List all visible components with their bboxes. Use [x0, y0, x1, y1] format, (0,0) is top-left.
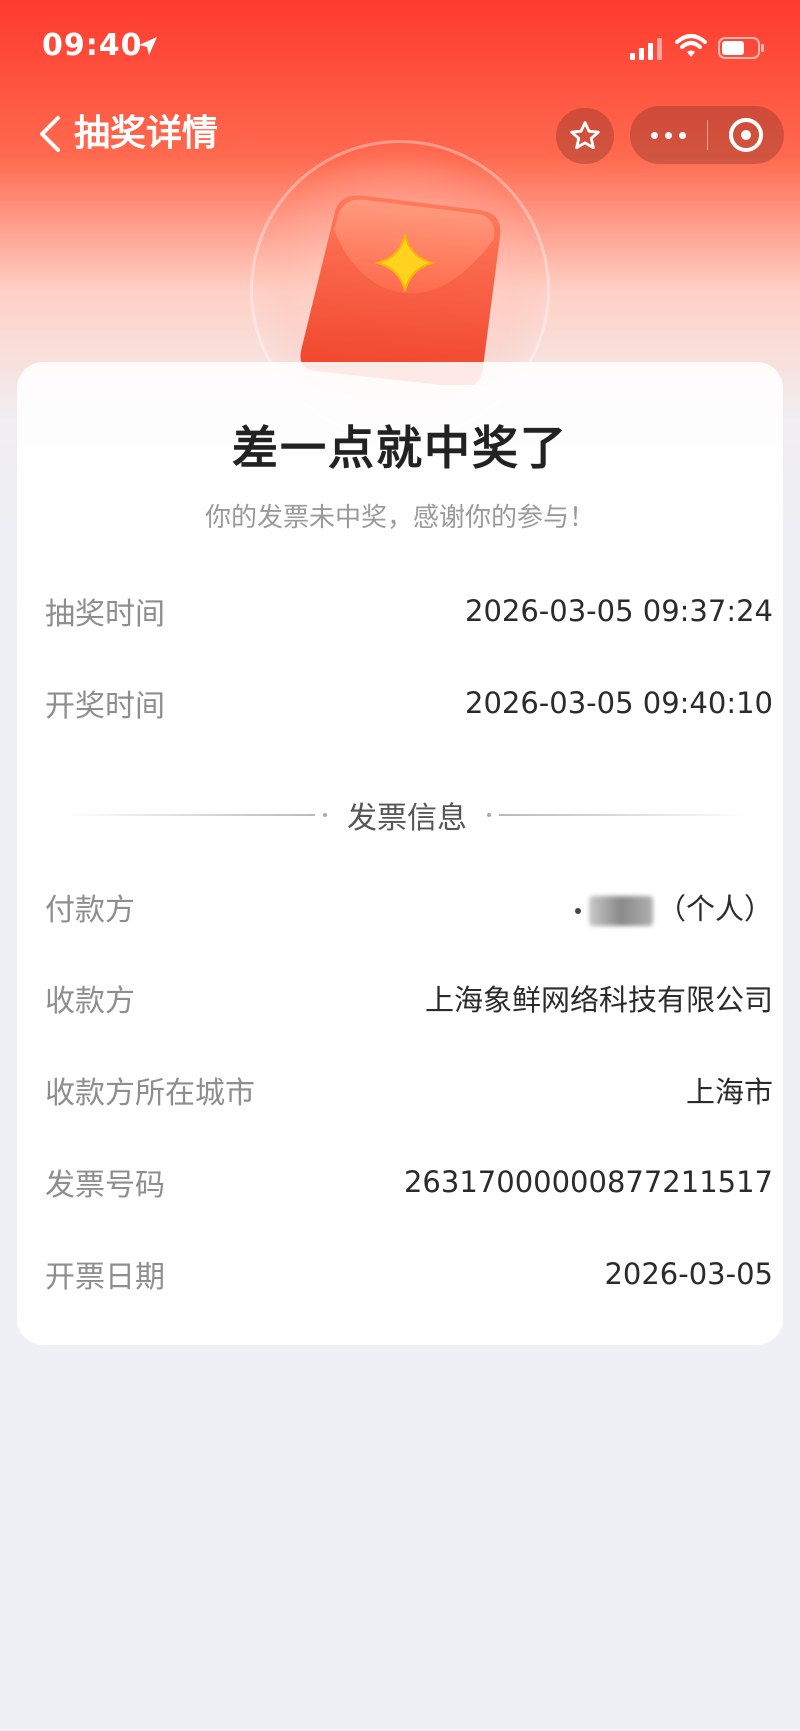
more-dots-icon	[651, 131, 686, 139]
row-label: 付款方	[45, 893, 135, 928]
draw-time-row: 抽奖时间 2026-03-05 09:37:24	[45, 586, 773, 636]
invoice-section-divider: 发票信息	[57, 790, 757, 840]
payer-value: （个人）	[574, 886, 773, 928]
payee-row: 收款方 上海象鲜网络科技有限公司	[45, 973, 773, 1023]
red-packet-illustration	[300, 195, 501, 385]
row-label: 收款方	[45, 984, 135, 1019]
close-button[interactable]	[708, 106, 784, 164]
row-label: 收款方所在城市	[45, 1076, 255, 1111]
invoice-date-row: 开票日期 2026-03-05	[45, 1249, 773, 1299]
redaction-dot	[574, 908, 581, 914]
row-label: 抽奖时间	[45, 597, 165, 632]
row-value: 26317000000877211517	[403, 1165, 773, 1199]
signal-icon	[630, 38, 662, 60]
divider-line	[65, 814, 315, 816]
payer-row: 付款方 （个人）	[45, 882, 773, 932]
target-close-icon	[729, 118, 763, 152]
favorite-button[interactable]	[556, 108, 614, 164]
row-label: 发票号码	[45, 1168, 165, 1203]
row-value: 2026-03-05 09:40:10	[465, 686, 773, 720]
battery-icon	[718, 37, 764, 59]
row-value: 2026-03-05	[604, 1257, 773, 1291]
invoice-section-title: 发票信息	[347, 801, 467, 836]
row-value: 2026-03-05 09:37:24	[465, 594, 773, 628]
divider-line	[499, 814, 749, 816]
result-card: 差一点就中奖了 你的发票未中奖，感谢你的参与！ 抽奖时间 2026-03-05 …	[17, 362, 783, 1345]
location-arrow-icon	[139, 37, 157, 55]
redacted-name	[588, 896, 653, 926]
row-value: （个人）	[656, 892, 773, 926]
result-title: 差一点就中奖了	[232, 421, 568, 475]
divider-dot	[487, 813, 491, 817]
row-label: 开奖时间	[45, 689, 165, 724]
more-button[interactable]	[630, 106, 707, 164]
status-bar: 09:40	[0, 0, 800, 96]
row-value: 上海市	[685, 1075, 773, 1109]
row-label: 开票日期	[45, 1260, 165, 1295]
back-chevron-icon[interactable]	[36, 112, 64, 156]
wifi-icon	[675, 34, 707, 57]
announce-time-row: 开奖时间 2026-03-05 09:40:10	[45, 678, 773, 728]
result-subtitle: 你的发票未中奖，感谢你的参与！	[204, 503, 595, 533]
status-time: 09:40	[42, 28, 143, 63]
page-title: 抽奖详情	[74, 113, 219, 154]
invoice-number-row: 发票号码 26317000000877211517	[45, 1157, 773, 1207]
star-outline-icon	[570, 121, 600, 150]
mini-program-capsule	[630, 106, 784, 164]
row-value: 上海象鲜网络科技有限公司	[424, 983, 773, 1017]
payee-city-row: 收款方所在城市 上海市	[45, 1065, 773, 1115]
divider-dot	[323, 813, 327, 817]
